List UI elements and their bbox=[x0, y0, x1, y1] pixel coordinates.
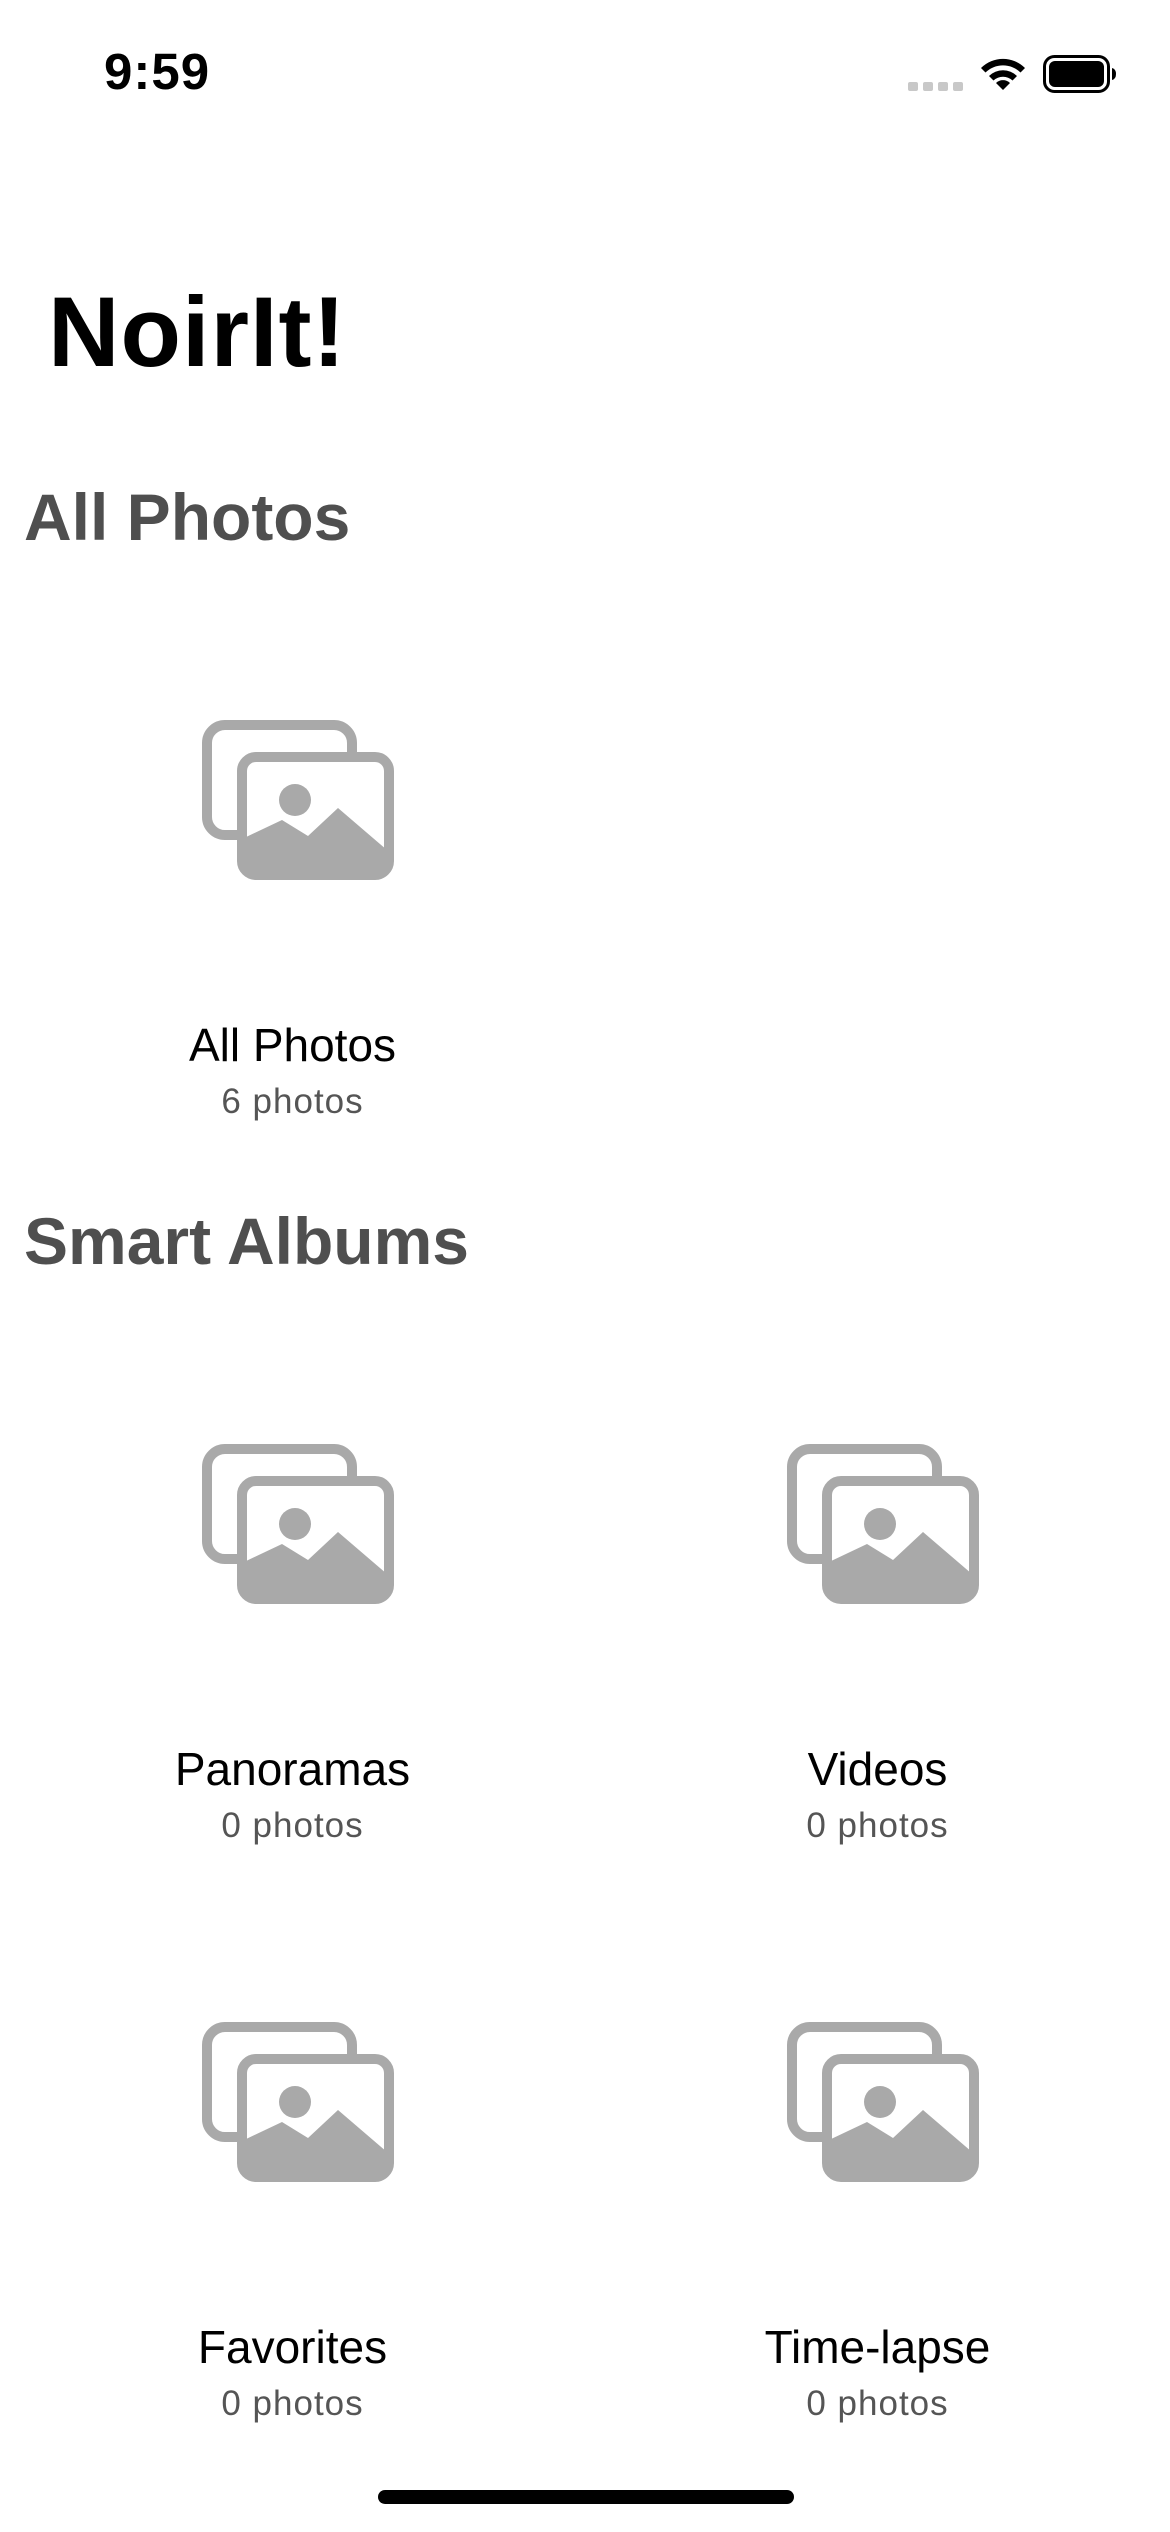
album-count: 0 photos bbox=[221, 1806, 364, 1845]
section-title-all-photos: All Photos bbox=[24, 480, 351, 554]
album-count: 0 photos bbox=[806, 2384, 949, 2423]
album-tile-time-lapse[interactable]: Time-lapse 0 photos bbox=[585, 2022, 1170, 2532]
album-tile-all-photos[interactable]: All Photos 6 photos bbox=[0, 720, 585, 1240]
album-name: Panoramas bbox=[174, 1743, 411, 1795]
album-name: Videos bbox=[807, 1743, 948, 1795]
album-name: All Photos bbox=[188, 1019, 397, 1071]
screen: 9:59 NoirIt! All Photos All Photos 6 pho… bbox=[0, 0, 1170, 2532]
album-tile-panoramas[interactable]: Panoramas 0 photos bbox=[0, 1444, 585, 1964]
photo-stack-icon bbox=[787, 1444, 979, 1604]
status-bar: 9:59 bbox=[0, 0, 1170, 140]
wifi-icon bbox=[981, 58, 1025, 90]
album-tile-favorites[interactable]: Favorites 0 photos bbox=[0, 2022, 585, 2532]
status-time: 9:59 bbox=[104, 43, 211, 100]
photo-stack-icon bbox=[202, 2022, 394, 2182]
album-count: 6 photos bbox=[221, 1082, 364, 1121]
album-count: 0 photos bbox=[806, 1806, 949, 1845]
home-indicator[interactable] bbox=[378, 2490, 794, 2504]
photo-stack-icon bbox=[202, 1444, 394, 1604]
album-count: 0 photos bbox=[221, 2384, 364, 2423]
app-title: NoirIt! bbox=[48, 276, 347, 387]
cellular-signal-icon bbox=[908, 82, 963, 91]
album-name: Time-lapse bbox=[764, 2321, 991, 2373]
album-tile-videos[interactable]: Videos 0 photos bbox=[585, 1444, 1170, 1964]
photo-stack-icon bbox=[202, 720, 394, 880]
photo-stack-icon bbox=[787, 2022, 979, 2182]
section-title-smart-albums: Smart Albums bbox=[24, 1204, 469, 1278]
battery-icon bbox=[1043, 55, 1116, 93]
album-name: Favorites bbox=[197, 2321, 388, 2373]
